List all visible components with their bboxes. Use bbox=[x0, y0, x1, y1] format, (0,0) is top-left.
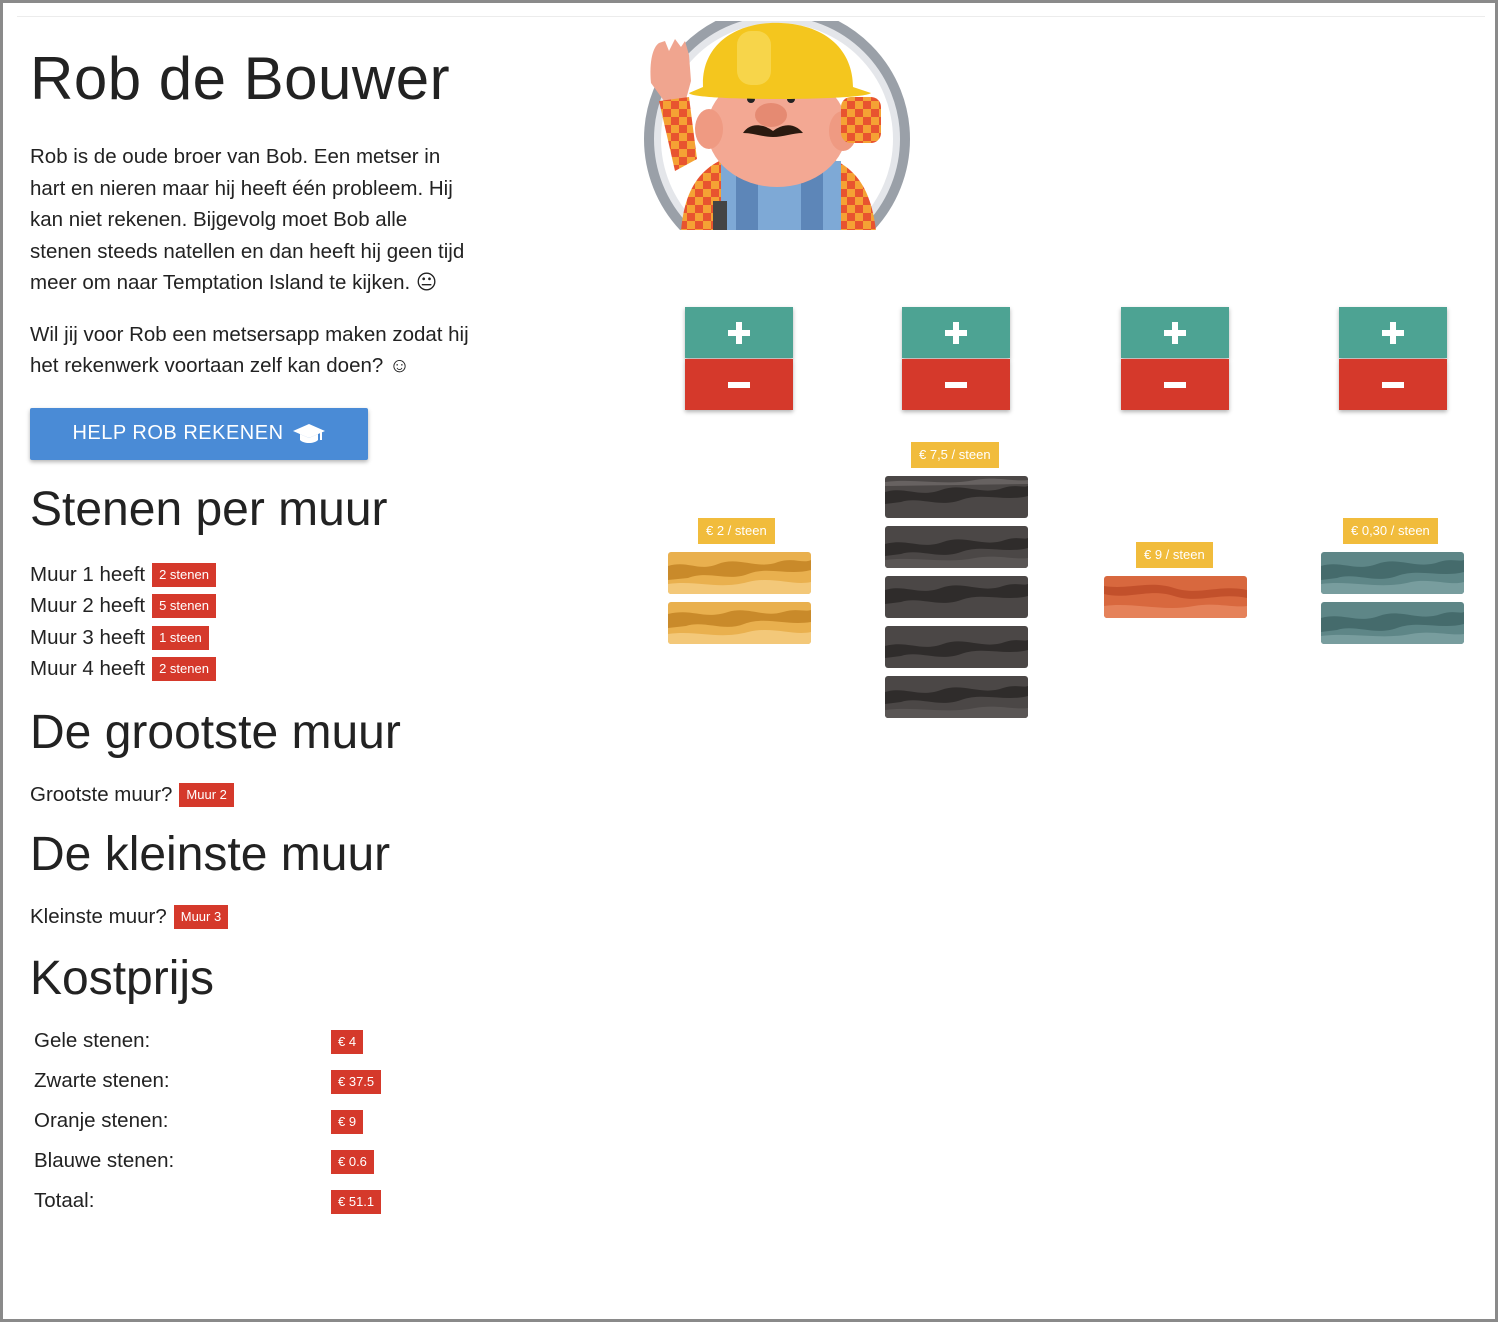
cost-label-total: Totaal: bbox=[34, 1188, 95, 1212]
brick-orange bbox=[1104, 576, 1247, 618]
cost-label: Zwarte stenen: bbox=[34, 1068, 170, 1092]
wall-label: Muur 3 heeft bbox=[30, 625, 146, 649]
plus-icon bbox=[1164, 321, 1186, 344]
brick-black bbox=[885, 576, 1028, 618]
cost-label: Oranje stenen: bbox=[34, 1108, 169, 1132]
cost-value-badge: € 37.5 bbox=[331, 1069, 382, 1094]
intro-paragraph-2: Wil jij voor Rob een metsersapp maken zo… bbox=[30, 322, 469, 378]
cost-total-badge: € 51.1 bbox=[331, 1189, 382, 1214]
smallest-answer-badge: Muur 3 bbox=[173, 904, 229, 929]
left-panel: Rob de Bouwer Rob is de oude broer van B… bbox=[30, 43, 470, 1221]
smallest-question: Kleinste muur? bbox=[30, 904, 167, 928]
wall-label: Muur 2 heeft bbox=[30, 594, 146, 618]
price-tag-1: € 2 / steen bbox=[698, 518, 775, 544]
brick-black bbox=[885, 676, 1028, 718]
minus-icon bbox=[945, 381, 967, 388]
add-brick-button-3[interactable] bbox=[1121, 307, 1229, 358]
cost-row: Blauwe stenen: € 0.6 bbox=[34, 1141, 381, 1181]
graduation-cap-icon bbox=[292, 423, 325, 443]
minus-icon bbox=[728, 381, 750, 388]
wall-row-3: Muur 3 heeft 1 steen bbox=[30, 622, 470, 653]
price-tag-2: € 7,5 / steen bbox=[911, 442, 999, 468]
help-button-label: HELP ROB REKENEN bbox=[72, 422, 284, 444]
intro-paragraph-1: Rob is de oude broer van Bob. Een metser… bbox=[30, 145, 465, 294]
help-rob-button[interactable]: HELP ROB REKENEN bbox=[30, 407, 368, 460]
plus-icon bbox=[728, 321, 750, 344]
remove-brick-button-4[interactable] bbox=[1339, 359, 1447, 410]
wall-count-badge: 2 stenen bbox=[152, 563, 216, 588]
wall-label: Muur 1 heeft bbox=[30, 563, 146, 587]
cost-row: Gele stenen: € 4 bbox=[34, 1021, 381, 1061]
cost-row: Zwarte stenen: € 37.5 bbox=[34, 1061, 382, 1101]
cost-label: Gele stenen: bbox=[34, 1028, 151, 1052]
remove-brick-button-1[interactable] bbox=[685, 359, 793, 410]
minus-icon bbox=[1382, 381, 1404, 388]
plus-icon bbox=[1382, 321, 1404, 344]
wall-count-badge: 1 steen bbox=[152, 625, 209, 650]
cost-value-badge: € 4 bbox=[331, 1029, 364, 1054]
brick-yellow bbox=[668, 602, 811, 644]
add-brick-button-4[interactable] bbox=[1339, 307, 1447, 358]
minus-icon bbox=[1164, 381, 1186, 388]
walls-list: Muur 1 heeft 2 stenen Muur 2 heeft 5 ste… bbox=[30, 560, 470, 685]
page-title: Rob de Bouwer bbox=[30, 45, 451, 112]
remove-brick-button-2[interactable] bbox=[902, 359, 1010, 410]
cost-row-total: Totaal: € 51.1 bbox=[34, 1181, 382, 1221]
section-kostprijs: Kostprijs bbox=[30, 951, 215, 1005]
add-brick-button-1[interactable] bbox=[685, 307, 793, 358]
wall-label: Muur 4 heeft bbox=[30, 657, 146, 681]
brick-black bbox=[885, 626, 1028, 668]
brick-yellow bbox=[668, 552, 811, 594]
wall-row-2: Muur 2 heeft 5 stenen bbox=[30, 591, 470, 622]
cost-label: Blauwe stenen: bbox=[34, 1148, 175, 1172]
wall-count-badge: 5 stenen bbox=[152, 594, 216, 619]
section-grootste-muur: De grootste muur bbox=[30, 705, 401, 759]
app-frame: Rob de Bouwer Rob is de oude broer van B… bbox=[0, 0, 1498, 1322]
price-tag-3: € 9 / steen bbox=[1136, 542, 1213, 568]
add-brick-button-2[interactable] bbox=[902, 307, 1010, 358]
section-stenen-per-muur: Stenen per muur bbox=[30, 482, 388, 536]
smallest-wall-row: Kleinste muur? Muur 3 bbox=[30, 904, 470, 929]
cost-value-badge: € 9 bbox=[331, 1109, 364, 1134]
cost-row: Oranje stenen: € 9 bbox=[34, 1101, 381, 1141]
brick-black bbox=[885, 476, 1028, 518]
remove-brick-button-3[interactable] bbox=[1121, 359, 1229, 410]
plus-icon bbox=[945, 321, 967, 344]
brick-black bbox=[885, 526, 1028, 568]
cost-table: Gele stenen: € 4 Zwarte stenen: € 37.5 O… bbox=[34, 1021, 382, 1221]
wall-row-4: Muur 4 heeft 2 stenen bbox=[30, 653, 470, 684]
bob-builder-image bbox=[644, 21, 910, 230]
largest-wall-row: Grootste muur? Muur 2 bbox=[30, 782, 470, 807]
cost-value-badge: € 0.6 bbox=[331, 1149, 374, 1174]
top-divider bbox=[17, 16, 1485, 17]
wall-count-badge: 2 stenen bbox=[152, 657, 216, 682]
price-tag-4: € 0,30 / steen bbox=[1343, 518, 1438, 544]
largest-answer-badge: Muur 2 bbox=[179, 782, 234, 807]
brick-blue bbox=[1321, 552, 1464, 594]
wall-row-1: Muur 1 heeft 2 stenen bbox=[30, 560, 470, 591]
brick-blue bbox=[1321, 602, 1464, 644]
section-kleinste-muur: De kleinste muur bbox=[30, 827, 391, 881]
largest-question: Grootste muur? bbox=[30, 782, 173, 806]
